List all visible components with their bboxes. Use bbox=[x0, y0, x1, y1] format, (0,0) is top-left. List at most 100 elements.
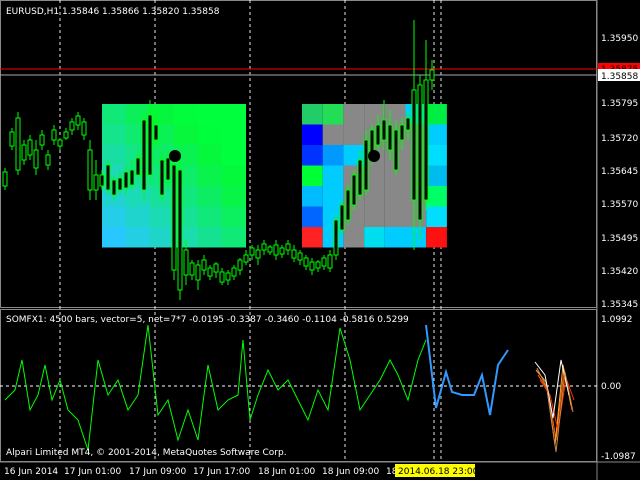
candle-body bbox=[87, 149, 93, 191]
som-cell bbox=[364, 206, 385, 227]
time-label: 18 Jun 01:00 bbox=[258, 467, 315, 477]
candle-body bbox=[399, 124, 405, 141]
candle-body bbox=[237, 259, 243, 271]
candle-body bbox=[99, 174, 105, 187]
candle-body bbox=[213, 263, 219, 273]
candle-body bbox=[57, 139, 63, 147]
som-cell bbox=[302, 227, 323, 248]
candle-body bbox=[351, 174, 357, 206]
time-label: 16 Jun 2014 bbox=[4, 467, 58, 477]
candle-body bbox=[159, 159, 165, 196]
candle-body bbox=[39, 134, 45, 146]
som-cell bbox=[222, 165, 246, 186]
candle-body bbox=[303, 257, 309, 267]
som-cell bbox=[302, 165, 323, 186]
time-label: 17 Jun 17:00 bbox=[193, 467, 250, 477]
candle-body bbox=[63, 131, 69, 139]
som-cell bbox=[222, 104, 246, 125]
chart-window[interactable]: EURUSD,H1 1.35846 1.35866 1.35820 1.3585… bbox=[0, 0, 640, 480]
som-cell bbox=[405, 206, 427, 227]
som-cell bbox=[126, 206, 150, 227]
price-label: 1.35345 bbox=[601, 300, 638, 310]
candle-body bbox=[147, 114, 153, 176]
som-cell bbox=[426, 165, 447, 186]
som-cell bbox=[198, 104, 222, 125]
candle-body bbox=[201, 259, 207, 271]
candle-body bbox=[189, 262, 195, 276]
som-cell bbox=[322, 145, 344, 166]
som-cell bbox=[426, 206, 447, 227]
candle-body bbox=[273, 244, 279, 256]
som-cell bbox=[302, 186, 323, 207]
candle-body bbox=[45, 154, 51, 166]
som-cell bbox=[405, 227, 427, 248]
symbol-info: EURUSD,H1 1.35846 1.35866 1.35820 1.3585… bbox=[6, 7, 220, 17]
candle-body bbox=[231, 267, 237, 277]
som-cell bbox=[198, 186, 222, 207]
som-cell bbox=[343, 104, 365, 125]
som-winner-dot-left bbox=[169, 150, 181, 162]
som-cell bbox=[150, 227, 174, 248]
som-cell bbox=[102, 104, 126, 125]
indicator-series-line bbox=[4, 324, 427, 451]
som-cell bbox=[222, 145, 246, 166]
candle-body bbox=[33, 149, 39, 169]
candle-body bbox=[339, 204, 345, 231]
candle-body bbox=[141, 119, 147, 191]
time-label: 18 Jun 09:00 bbox=[322, 467, 379, 477]
candle-body bbox=[171, 164, 177, 271]
candle-body bbox=[285, 243, 291, 251]
som-cell bbox=[322, 186, 344, 207]
som-cell bbox=[426, 186, 447, 207]
candle-body bbox=[9, 131, 15, 147]
som-cell bbox=[198, 165, 222, 186]
candle-body bbox=[243, 254, 249, 263]
candle-body bbox=[225, 272, 231, 281]
candle-body bbox=[195, 264, 201, 281]
som-cell bbox=[343, 124, 365, 145]
som-cell bbox=[126, 227, 150, 248]
indicator-info: SOMFX1: 4500 bars, vector=5, net=7*7 -0.… bbox=[6, 315, 409, 325]
som-cell bbox=[426, 104, 447, 125]
som-cell bbox=[222, 186, 246, 207]
candle-body bbox=[327, 254, 333, 269]
som-cell bbox=[198, 227, 222, 248]
som-cell bbox=[364, 227, 385, 248]
candle-body bbox=[249, 247, 255, 256]
candle-body bbox=[165, 157, 171, 181]
candle-body bbox=[387, 124, 393, 151]
som-cell bbox=[343, 227, 365, 248]
price-label: 1.35645 bbox=[601, 167, 638, 177]
candle-body bbox=[219, 271, 225, 283]
time-label: 17 Jun 09:00 bbox=[129, 467, 186, 477]
candle-body bbox=[255, 249, 261, 259]
candle-body bbox=[411, 89, 417, 201]
indicator-fan bbox=[534, 359, 575, 453]
som-cell bbox=[302, 145, 323, 166]
indicator-level-label: -1.0987 bbox=[601, 452, 636, 462]
candle-body bbox=[417, 84, 423, 221]
indicator-fan-line bbox=[536, 367, 574, 453]
som-cell bbox=[102, 145, 126, 166]
candle-body bbox=[81, 121, 87, 136]
som-cell bbox=[384, 186, 406, 207]
som-cell bbox=[150, 206, 174, 227]
candle-body bbox=[15, 117, 21, 171]
price-label: 1.35795 bbox=[601, 99, 638, 109]
price-label: 1.35720 bbox=[601, 134, 638, 144]
candle-body bbox=[345, 189, 351, 221]
candle-body bbox=[393, 129, 399, 171]
som-cell bbox=[322, 165, 344, 186]
cursor-time-label: 2014.06.18 23:00 bbox=[398, 467, 479, 477]
som-cell bbox=[426, 124, 447, 145]
candle-body bbox=[75, 115, 81, 126]
candle-body bbox=[183, 249, 189, 276]
som-cell bbox=[198, 145, 222, 166]
som-cell bbox=[198, 206, 222, 227]
indicator-forecast bbox=[425, 324, 509, 416]
candle-body bbox=[429, 69, 435, 81]
indicator-level-label: 0.00 bbox=[601, 382, 621, 392]
candle-body bbox=[111, 179, 117, 196]
indicator-level-label: 1.0992 bbox=[601, 315, 633, 325]
candle-body bbox=[117, 177, 123, 191]
